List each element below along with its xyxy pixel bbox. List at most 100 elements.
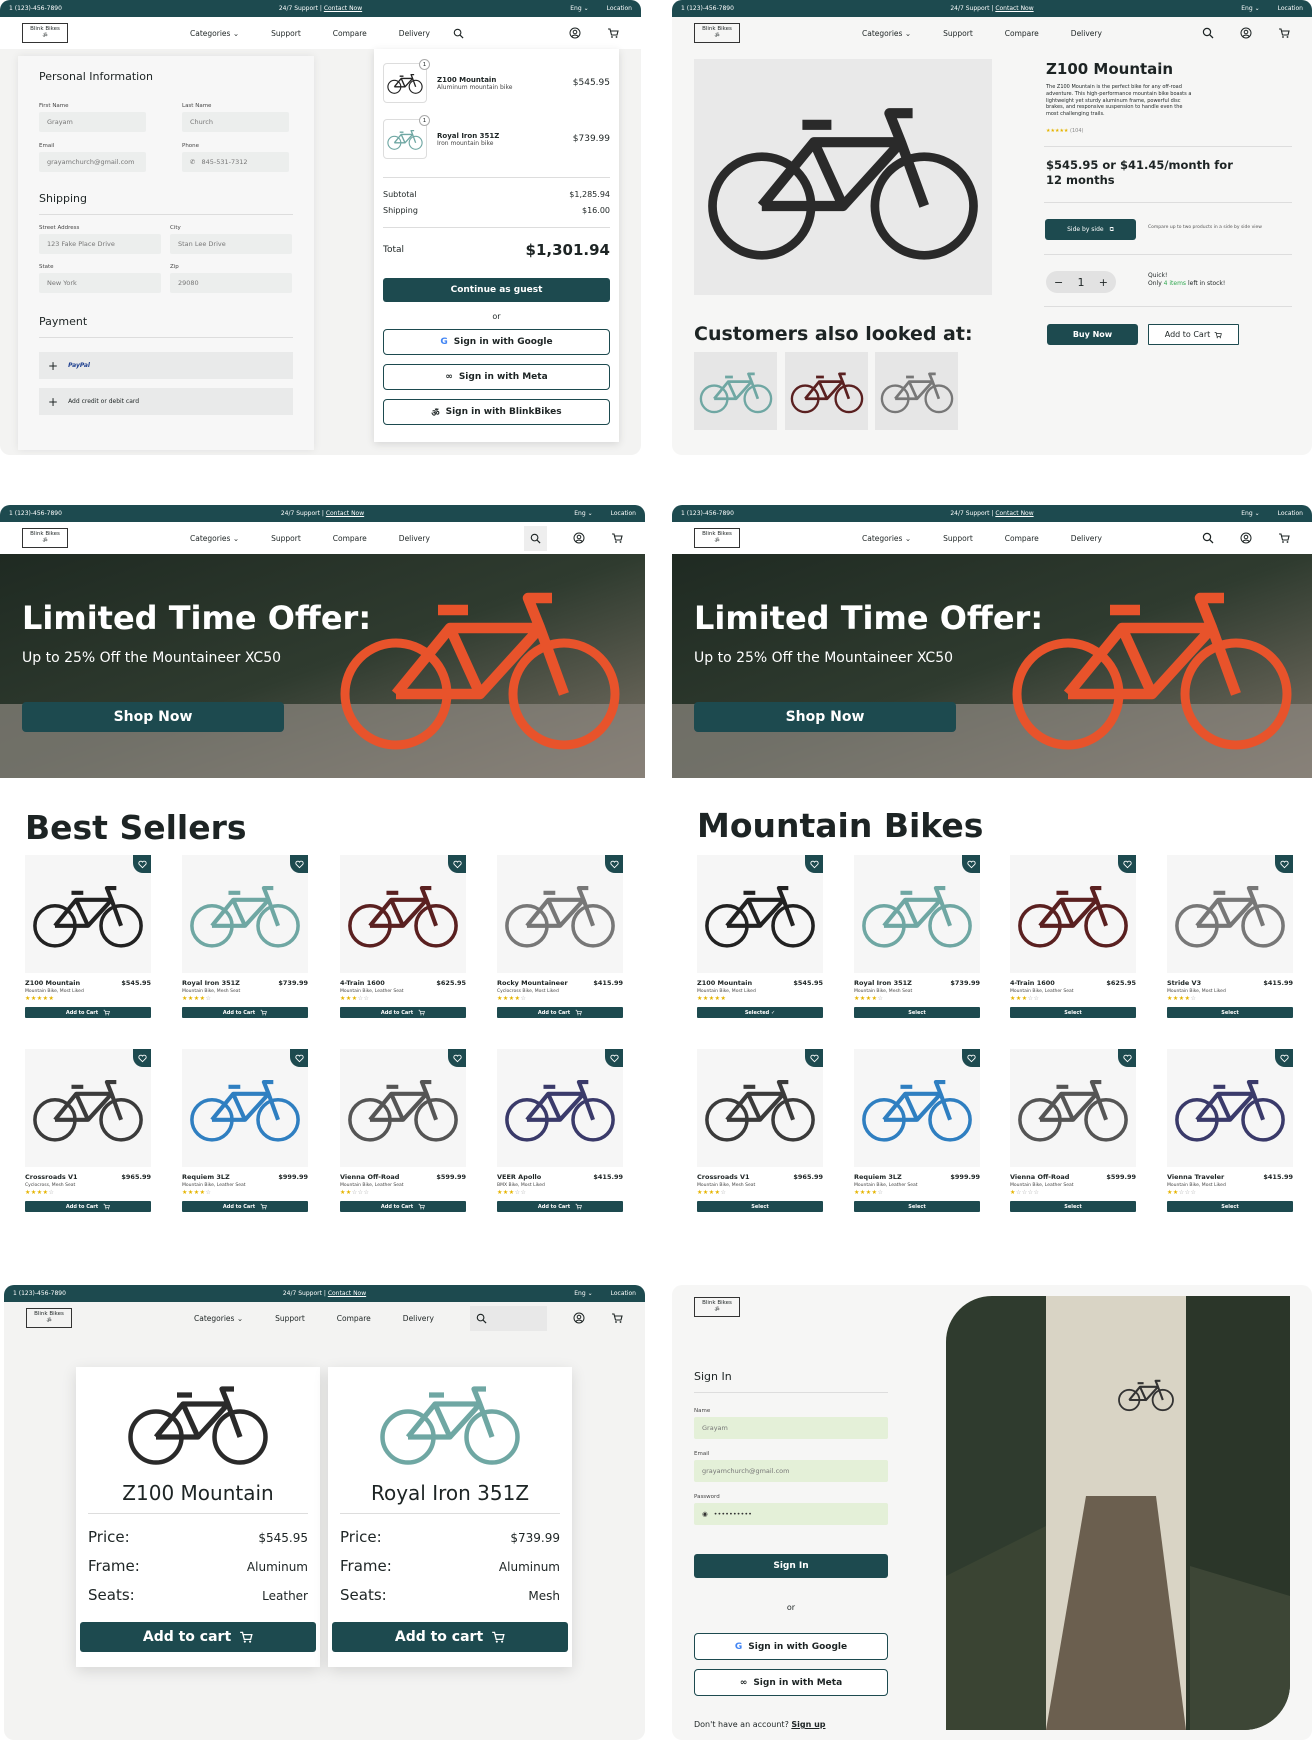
blink-signin-button[interactable]: ॐ Sign in with BlinkBikes (383, 399, 610, 425)
phone-field[interactable]: ✆ 845-531-7312 (182, 152, 289, 172)
product-card[interactable]: 4-Train 1600 $625.95 Mountain Bike, Leathe… (1010, 855, 1136, 1018)
meta-signin-button[interactable]: ∞ Sign in with Meta (694, 1669, 888, 1696)
language-select[interactable]: Eng ⌄ (1241, 5, 1259, 12)
related-product[interactable] (875, 352, 958, 430)
product-card[interactable]: Royal Iron 351Z $739.99 Mountain Bike, Mes… (182, 855, 308, 1018)
nav-support[interactable]: Support (271, 29, 301, 38)
select-button[interactable]: Selected ✓ (697, 1007, 823, 1018)
select-button[interactable]: Select (1167, 1007, 1293, 1018)
add-to-cart-button[interactable]: Add to Cart (497, 1201, 623, 1212)
name-field[interactable]: Grayam (694, 1417, 888, 1439)
product-card[interactable]: Stride V3 $415.99 Mountain Bike, Most Like… (1167, 855, 1293, 1018)
signin-button[interactable]: Sign In (694, 1554, 888, 1578)
favorite-heart-icon[interactable] (605, 1049, 623, 1067)
email-field[interactable]: grayamchurch@gmail.com (694, 1460, 888, 1482)
nav-support[interactable]: Support (271, 534, 301, 543)
product-card[interactable]: 4-Train 1600 $625.95 Mountain Bike, Leathe… (340, 855, 466, 1018)
contact-link[interactable]: Contact Now (328, 1290, 366, 1297)
nav-delivery[interactable]: Delivery (403, 1314, 434, 1323)
street-field[interactable]: 123 Fake Place Drive (39, 234, 161, 254)
city-field[interactable]: Stan Lee Drive (170, 234, 292, 254)
nav-support[interactable]: Support (943, 534, 973, 543)
search-icon[interactable] (1202, 532, 1214, 544)
account-icon[interactable] (1240, 27, 1252, 39)
account-icon[interactable] (573, 1312, 585, 1324)
nav-delivery[interactable]: Delivery (399, 534, 430, 543)
nav-categories[interactable]: Categories ⌄ (862, 29, 911, 38)
favorite-heart-icon[interactable] (1275, 1049, 1293, 1067)
product-card[interactable]: Vienna Off-Road $599.99 Mountain Bike, Lea… (1010, 1049, 1136, 1212)
nav-support[interactable]: Support (943, 29, 973, 38)
contact-link[interactable]: Contact Now (324, 5, 362, 12)
location-link[interactable]: Location (1278, 5, 1303, 12)
nav-compare[interactable]: Compare (1005, 29, 1039, 38)
paypal-option[interactable]: + PayPal (39, 352, 293, 379)
product-card[interactable]: Requiem 3LZ $999.99 Mountain Bike, Leather… (182, 1049, 308, 1212)
add-to-cart-button[interactable]: Add to Cart (340, 1201, 466, 1212)
add-to-cart-button[interactable]: Add to Cart (25, 1007, 151, 1018)
first-name-field[interactable]: Grayam (39, 112, 146, 132)
contact-link[interactable]: Contact Now (326, 510, 364, 517)
contact-link[interactable]: Contact Now (995, 510, 1033, 517)
state-field[interactable]: New York (39, 273, 161, 293)
related-product[interactable] (694, 352, 777, 430)
add-to-cart-button[interactable]: Add to Cart (182, 1007, 308, 1018)
add-to-cart-button[interactable]: Add to Cart (1148, 324, 1239, 345)
add-to-cart-button[interactable]: Add to Cart (340, 1007, 466, 1018)
quantity-stepper[interactable]: − 1 + (1046, 271, 1116, 293)
favorite-heart-icon[interactable] (290, 1049, 308, 1067)
select-button[interactable]: Select (854, 1201, 980, 1212)
language-select[interactable]: Eng ⌄ (574, 510, 592, 517)
cart-icon[interactable] (607, 27, 619, 39)
nav-categories[interactable]: Categories ⌄ (862, 534, 911, 543)
zip-field[interactable]: 29080 (170, 273, 292, 293)
location-link[interactable]: Location (611, 510, 636, 517)
select-button[interactable]: Select (1010, 1201, 1136, 1212)
favorite-heart-icon[interactable] (962, 855, 980, 873)
email-field[interactable]: grayamchurch@gmail.com (39, 152, 146, 172)
location-link[interactable]: Location (607, 5, 632, 12)
last-name-field[interactable]: Church (182, 112, 289, 132)
favorite-heart-icon[interactable] (133, 855, 151, 873)
nav-compare[interactable]: Compare (1005, 534, 1039, 543)
account-icon[interactable] (569, 27, 581, 39)
nav-compare[interactable]: Compare (337, 1314, 371, 1323)
add-to-cart-button[interactable]: Add to cart (80, 1622, 316, 1652)
shop-now-button[interactable]: Shop Now (694, 702, 956, 732)
product-card[interactable]: Z100 Mountain $545.95 Mountain Bike, Most … (697, 855, 823, 1018)
favorite-heart-icon[interactable] (962, 1049, 980, 1067)
product-card[interactable]: Vienna Off-Road $599.99 Mountain Bike, Lea… (340, 1049, 466, 1212)
language-select[interactable]: Eng ⌄ (1241, 510, 1259, 517)
language-select[interactable]: Eng ⌄ (570, 5, 588, 12)
add-to-cart-button[interactable]: Add to Cart (182, 1201, 308, 1212)
logo[interactable]: Blink Bikes ॐ (22, 528, 68, 548)
add-to-cart-button[interactable]: Add to Cart (497, 1007, 623, 1018)
nav-categories[interactable]: Categories ⌄ (190, 29, 239, 38)
select-button[interactable]: Select (854, 1007, 980, 1018)
cart-icon[interactable] (1278, 27, 1290, 39)
product-card[interactable]: VEER Apollo $415.99 BMX Bike, Most Liked ★★… (497, 1049, 623, 1212)
favorite-heart-icon[interactable] (448, 855, 466, 873)
logo[interactable]: Blink Bikes ॐ (694, 528, 740, 548)
nav-delivery[interactable]: Delivery (399, 29, 430, 38)
favorite-heart-icon[interactable] (448, 1049, 466, 1067)
nav-compare[interactable]: Compare (333, 534, 367, 543)
account-icon[interactable] (573, 532, 585, 544)
language-select[interactable]: Eng ⌄ (574, 1290, 592, 1297)
related-product[interactable] (785, 352, 868, 430)
select-button[interactable]: Select (1010, 1007, 1136, 1018)
increment-button[interactable]: + (1099, 276, 1108, 289)
favorite-heart-icon[interactable] (1118, 855, 1136, 873)
meta-signin-button[interactable]: ∞ Sign in with Meta (383, 364, 610, 390)
favorite-heart-icon[interactable] (1275, 855, 1293, 873)
nav-categories[interactable]: Categories ⌄ (194, 1314, 243, 1323)
favorite-heart-icon[interactable] (133, 1049, 151, 1067)
guest-button[interactable]: Continue as guest (383, 278, 610, 302)
decrement-button[interactable]: − (1054, 276, 1063, 289)
search-icon[interactable] (1202, 27, 1214, 39)
logo[interactable]: Blink Bikes ॐ (694, 1297, 740, 1317)
add-to-cart-button[interactable]: Add to cart (332, 1622, 568, 1652)
search-box[interactable] (524, 525, 547, 551)
eye-icon[interactable]: ◉ (702, 1510, 708, 1518)
nav-support[interactable]: Support (275, 1314, 305, 1323)
